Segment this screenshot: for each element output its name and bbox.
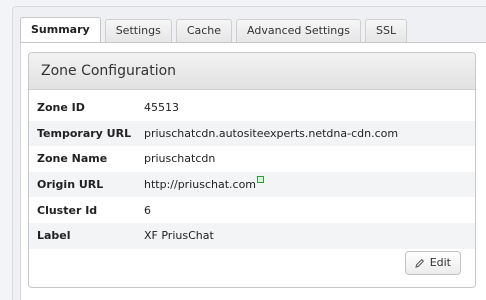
tab-ssl[interactable]: SSL <box>365 19 408 42</box>
origin-url-link[interactable]: http://priuschat.com <box>144 178 256 191</box>
table-row: Origin URL http://priuschat.com <box>29 171 475 198</box>
zone-info-table: Zone ID 45513 Temporary URL priuschatcdn… <box>29 95 475 249</box>
row-value: http://priuschat.com <box>144 171 475 198</box>
pencil-icon <box>414 258 424 268</box>
row-value: 45513 <box>144 101 179 115</box>
table-row: Cluster Id 6 <box>29 197 475 223</box>
tab-bar: Summary Settings Cache Advanced Settings… <box>20 17 411 42</box>
card-title: Zone Configuration <box>29 53 475 90</box>
external-link-icon[interactable] <box>257 176 265 184</box>
tab-advanced-settings[interactable]: Advanced Settings <box>236 19 361 42</box>
tab-settings[interactable]: Settings <box>104 19 172 42</box>
row-value: XF PriusChat <box>144 222 475 249</box>
table-row: Zone Name priuschatcdn <box>29 146 475 172</box>
table-row: Zone ID 45513 <box>29 95 475 121</box>
row-label: Zone Name <box>37 152 108 166</box>
tab-summary[interactable]: Summary <box>20 17 101 42</box>
table-row: Label XF PriusChat <box>29 222 475 249</box>
row-label: Temporary URL <box>29 120 144 147</box>
row-label: Zone ID <box>37 101 85 115</box>
edit-button-label: Edit <box>429 256 451 269</box>
row-value: priuschatcdn.autositeexperts.netdna-cdn.… <box>144 120 475 147</box>
row-value: priuschatcdn <box>144 152 216 166</box>
row-value: 6 <box>144 203 151 217</box>
row-label: Label <box>29 222 144 249</box>
table-row: Temporary URL priuschatcdn.autositeexper… <box>29 120 475 147</box>
row-label: Cluster Id <box>37 203 98 217</box>
zone-configuration-card: Zone Configuration Zone ID 45513 Tempora… <box>28 52 476 288</box>
edit-button[interactable]: Edit <box>404 251 461 275</box>
tab-cache[interactable]: Cache <box>175 19 233 42</box>
row-label: Origin URL <box>29 171 144 198</box>
